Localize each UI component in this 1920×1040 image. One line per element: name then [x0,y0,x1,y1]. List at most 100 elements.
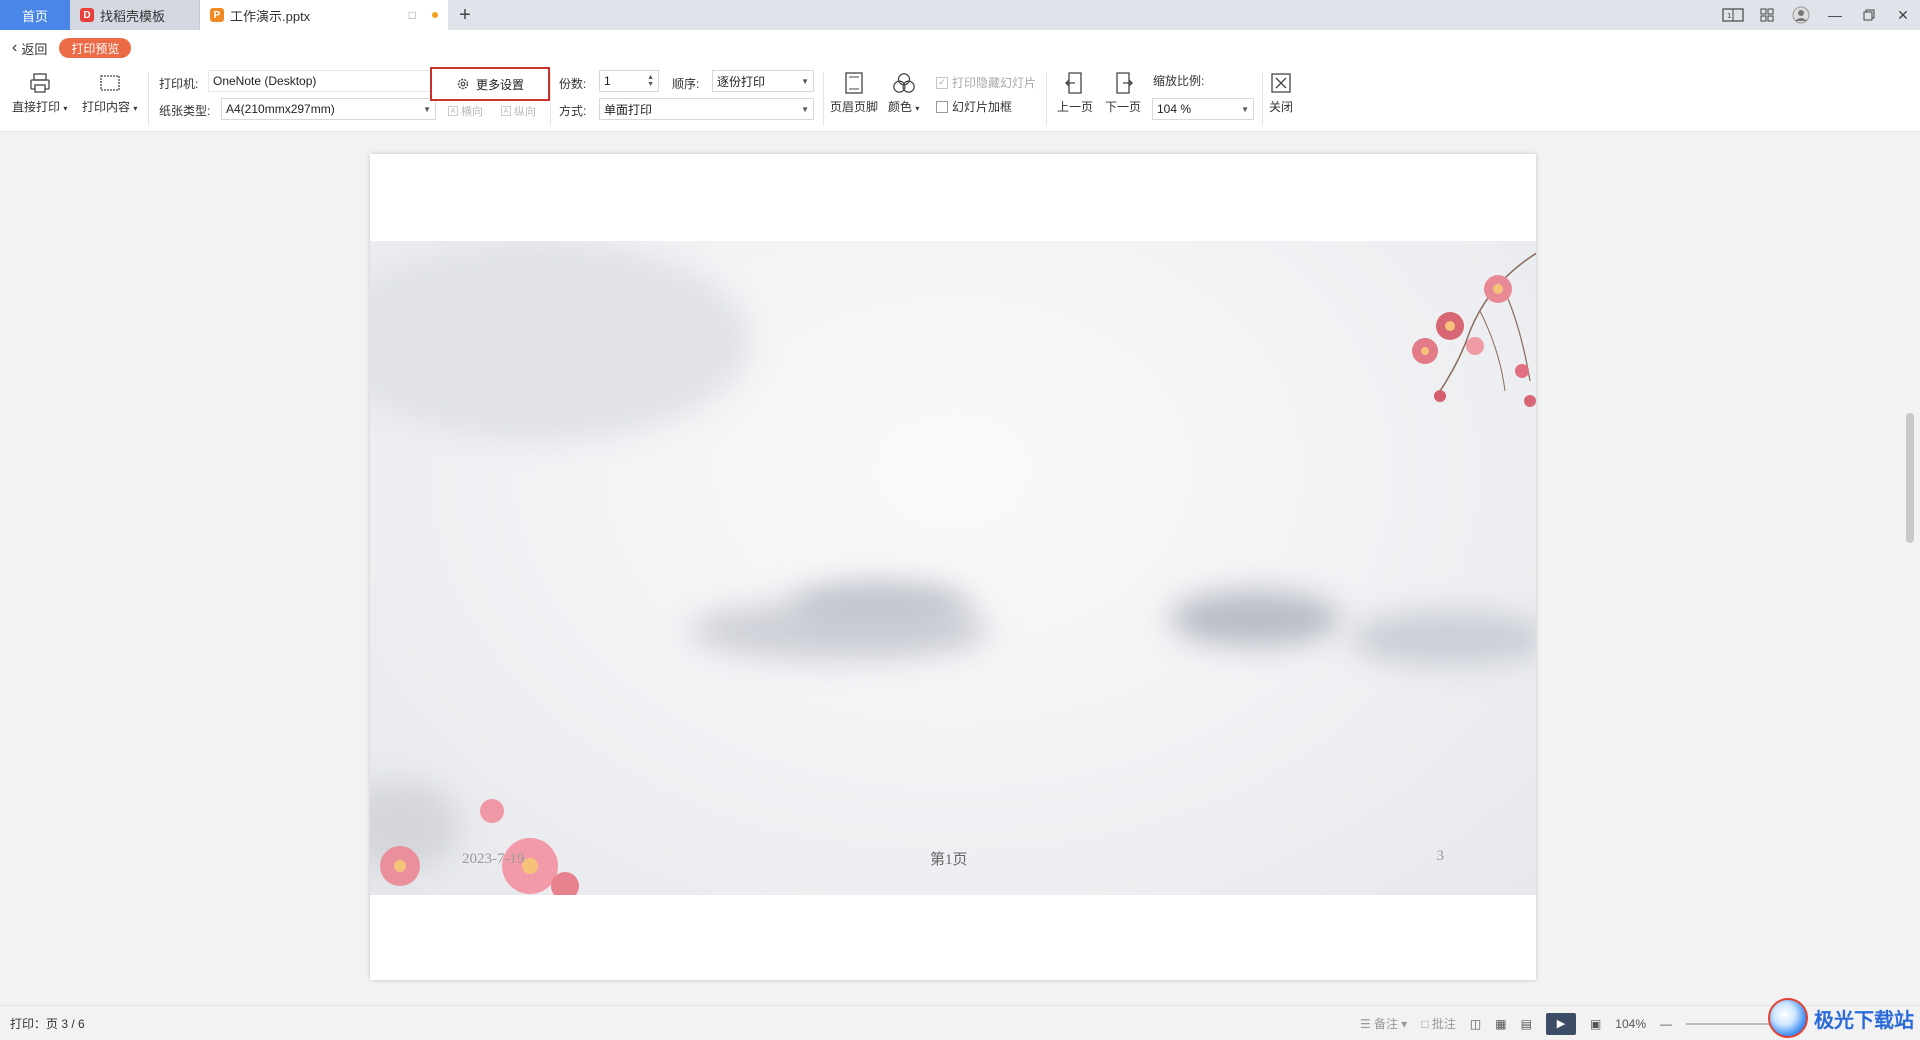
prev-page-label: 上一页 [1057,100,1094,114]
next-page-icon [1111,70,1135,96]
paper-type-value: A4(210mmx297mm) [226,102,335,116]
notes-toggle[interactable]: ☰ 备注 ▾ [1360,1015,1407,1032]
status-bar: 打印：页 3 / 6 ☰ 备注 ▾ □ 批注 ◫ ▦ ▤ ▶ ▣ 104% — … [0,998,1920,1040]
zoom-percent[interactable]: 104% [1615,1017,1646,1031]
blossom-flowers-icon [380,799,579,895]
slide-page-label: 第1页 [930,852,968,868]
chevron-down-icon: ▼ [1241,104,1249,114]
zoom-select[interactable]: 104 % ▼ [1152,98,1254,120]
print-hidden-slides-checkbox[interactable]: ✓ 打印隐藏幻灯片 [936,74,1036,91]
color-icon [892,70,916,96]
portrait-option[interactable]: A 纵向 [501,103,536,119]
close-window-icon[interactable]: ✕ [1886,0,1920,30]
prev-page-icon [1063,70,1087,96]
print-hidden-slides-label: 打印隐藏幻灯片 [952,76,1037,90]
presentation-logo-icon: P [210,8,224,22]
printer-icon [28,70,52,96]
grid-icon[interactable] [1750,0,1784,30]
prev-page-button[interactable]: 上一页 [1057,70,1093,115]
color-button[interactable]: 颜色 ▾ [888,70,919,115]
printer-value: OneNote (Desktop) [213,74,317,88]
preview-area: 2023-7-19 第1页 3 [0,133,1920,1005]
next-page-button[interactable]: 下一页 [1105,70,1141,115]
separator [148,72,149,126]
paper-type-label: 纸张类型: [159,104,211,118]
chevron-down-icon: ▼ [801,76,809,86]
tab-home-label: 首页 [21,8,48,24]
landscape-option[interactable]: A 横向 [448,103,483,119]
stepper-arrows-icon[interactable]: ▲ ▼ [647,74,654,88]
mist-shape [790,581,970,631]
mode-value: 单面打印 [604,102,653,117]
zoom-out-icon[interactable]: — [1660,1017,1672,1031]
separator [550,72,551,126]
slide-preview: 2023-7-19 第1页 3 [370,241,1536,895]
blossom-branch-icon [1412,252,1536,407]
print-page: 2023-7-19 第1页 3 [370,154,1536,980]
slide-frame-label: 幻灯片加框 [952,100,1013,114]
tab-home[interactable]: 首页 [0,0,70,30]
direct-print-button[interactable]: 直接打印 ▾ [12,70,67,115]
comments-toggle[interactable]: □ 批注 [1421,1015,1456,1032]
header-footer-label: 页眉页脚 [830,100,879,114]
separator [823,72,824,126]
mode-label: 方式: [559,104,587,118]
reading-view-icon[interactable]: ▤ [1521,1017,1532,1031]
new-tab-button[interactable]: + [448,0,482,30]
direct-print-label: 直接打印 [12,100,61,114]
unsaved-dot-icon [432,12,438,18]
window-controls: 1 — ✕ [1716,0,1920,30]
order-label: 顺序: [672,77,700,91]
more-settings-button[interactable]: 更多设置 [430,67,550,101]
order-select[interactable]: 逐份打印 ▼ [712,70,814,92]
tab-document-label: 工作演示.pptx [230,8,311,24]
back-button[interactable]: ‹ 返回 [12,39,47,58]
tab-document[interactable]: P 工作演示.pptx □ [200,0,448,30]
back-label: 返回 [21,41,48,57]
slide-frame-checkbox[interactable]: 幻灯片加框 [936,98,1012,115]
copies-label: 份数: [559,77,587,91]
copies-stepper[interactable]: 1 ▲ ▼ [599,70,659,92]
portrait-icon: A [501,106,511,116]
header-footer-icon [842,70,866,96]
normal-view-icon[interactable]: ◫ [1470,1017,1481,1031]
slide-date: 2023-7-19 [462,851,525,867]
slide-sorter-icon[interactable]: ▦ [1495,1017,1506,1031]
portrait-label: 纵向 [514,106,536,118]
print-content-button[interactable]: 打印内容 ▾ [82,70,137,115]
copies-value: 1 [604,74,611,88]
landscape-icon: A [448,106,458,116]
printer-select[interactable]: OneNote (Desktop) [208,70,433,92]
header-footer-button[interactable]: 页眉页脚 [830,70,878,115]
tab-template[interactable]: D 找稻壳模板 [70,0,200,30]
mode-select[interactable]: 单面打印 ▼ [599,98,814,120]
print-content-icon [98,70,122,96]
watermark-logo-icon [1768,998,1808,1038]
minimize-icon[interactable]: — [1818,0,1852,30]
landscape-label: 横向 [461,106,483,118]
title-bar: 首页 D 找稻壳模板 P 工作演示.pptx □ + 1 — ✕ [0,0,1920,30]
close-icon [1269,70,1293,96]
separator [1262,72,1263,126]
mist-shape [1350,611,1536,666]
avatar[interactable] [1784,0,1818,30]
vertical-scrollbar[interactable] [1906,413,1914,543]
checkbox-icon [936,100,948,113]
chevron-down-icon: ▼ [423,104,431,114]
order-value: 逐份打印 [717,74,766,89]
gear-icon [457,78,469,90]
chevron-down-icon: ▼ [801,104,809,114]
printer-label: 打印机: [159,77,199,91]
play-slideshow-icon[interactable]: ▶ [1545,1012,1576,1035]
restore-icon[interactable] [1852,0,1886,30]
mist-shape [370,241,750,441]
monitor-icon[interactable]: □ [409,8,416,22]
print-page-info: 打印：页 3 / 6 [10,1016,85,1031]
paper-type-select[interactable]: A4(210mmx297mm) ▼ [221,98,436,120]
close-preview-button[interactable]: 关闭 [1269,70,1293,115]
layout-icon[interactable]: 1 [1716,0,1750,30]
fit-window-icon[interactable]: ▣ [1590,1017,1601,1031]
svg-text:1: 1 [1727,12,1731,20]
site-watermark: 极光下载站 [1768,998,1914,1038]
print-preview-badge: 打印预览 [59,38,132,58]
